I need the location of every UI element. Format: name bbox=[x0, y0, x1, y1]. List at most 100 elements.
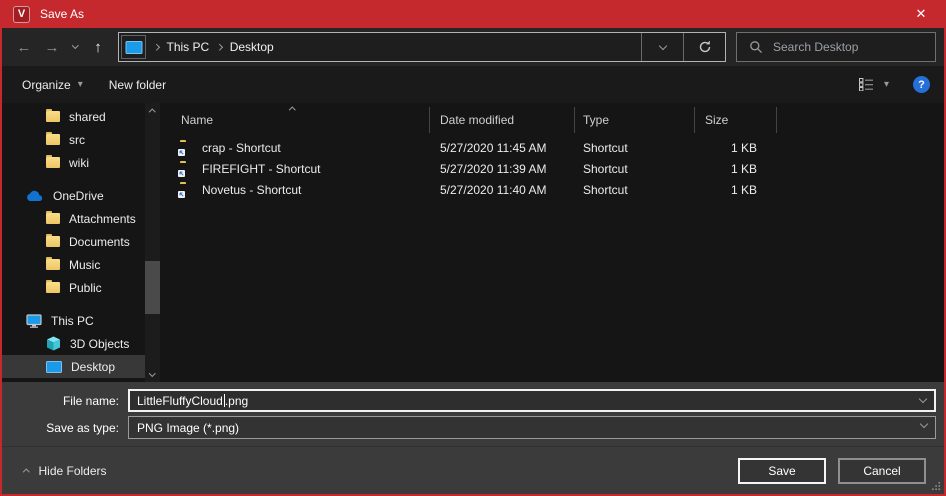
chevron-up-icon bbox=[23, 469, 29, 475]
chevron-down-icon bbox=[149, 370, 155, 376]
file-name-label: File name: bbox=[10, 394, 128, 408]
file-size: 1 KB bbox=[695, 141, 777, 155]
file-name: crap - Shortcut bbox=[202, 141, 281, 155]
sidebar-item-label: shared bbox=[69, 110, 106, 124]
save-button[interactable]: Save bbox=[738, 458, 826, 484]
forward-arrow-icon: → bbox=[45, 39, 60, 56]
sidebar-item-this-pc[interactable]: This PC bbox=[2, 309, 145, 332]
folder-shortcut-icon bbox=[180, 142, 195, 154]
column-header-type[interactable]: Type bbox=[575, 107, 695, 133]
recent-locations-button[interactable] bbox=[66, 33, 84, 61]
app-logo-icon: V bbox=[13, 6, 30, 23]
sidebar-item-documents[interactable]: Documents bbox=[2, 230, 145, 253]
scroll-down-button[interactable] bbox=[145, 367, 160, 382]
scrollbar-thumb[interactable] bbox=[145, 261, 160, 314]
file-date: 5/27/2020 11:39 AM bbox=[430, 162, 575, 176]
sidebar-item-label: Public bbox=[69, 281, 102, 295]
file-row-crap-shortcut[interactable]: crap - Shortcut 5/27/2020 11:45 AM Short… bbox=[160, 137, 944, 158]
file-row-novetus-shortcut[interactable]: Novetus - Shortcut 5/27/2020 11:40 AM Sh… bbox=[160, 179, 944, 200]
file-name: FIREFIGHT - Shortcut bbox=[202, 162, 320, 176]
sidebar-item-desktop[interactable]: Desktop bbox=[2, 355, 145, 378]
sidebar-item-label: Attachments bbox=[69, 212, 136, 226]
sidebar-item-label: This PC bbox=[51, 314, 94, 328]
organize-button[interactable]: Organize ▾ bbox=[22, 78, 83, 92]
shortcut-arrow-icon bbox=[178, 149, 185, 156]
file-rows: crap - Shortcut 5/27/2020 11:45 AM Short… bbox=[160, 133, 944, 200]
column-header-date-modified[interactable]: Date modified bbox=[430, 107, 575, 133]
breadcrumb-separator-icon bbox=[153, 44, 159, 50]
change-view-button[interactable] bbox=[859, 78, 874, 91]
dropdown-triangle-icon: ▾ bbox=[884, 79, 889, 90]
sidebar-item-music[interactable]: Music bbox=[2, 253, 145, 276]
file-name-text: LittleFluffyCloud bbox=[137, 394, 223, 408]
column-headers: Name Date modified Type Size bbox=[160, 103, 944, 133]
chevron-down-icon bbox=[72, 42, 78, 48]
sidebar-item-label: src bbox=[69, 133, 85, 147]
save-as-type-select[interactable]: PNG Image (*.png) bbox=[128, 416, 936, 439]
up-button[interactable]: ↑ bbox=[84, 33, 112, 61]
chevron-down-icon bbox=[920, 420, 928, 428]
location-icon-button[interactable] bbox=[121, 35, 146, 59]
view-options-dropdown[interactable]: ▾ bbox=[884, 79, 889, 90]
hide-folders-button[interactable]: Hide Folders bbox=[18, 464, 107, 478]
sidebar-item-3d-objects[interactable]: 3D Objects bbox=[2, 332, 145, 355]
sidebar-item-shared[interactable]: shared bbox=[2, 105, 145, 128]
forward-button[interactable]: → bbox=[38, 33, 66, 61]
navigation-bar: ← → ↑ This PC Desktop bbox=[2, 28, 944, 66]
organize-label: Organize bbox=[22, 78, 71, 92]
new-folder-button[interactable]: New folder bbox=[109, 78, 166, 92]
file-name-input[interactable]: LittleFluffyCloud.png bbox=[128, 389, 936, 412]
sidebar-item-src[interactable]: src bbox=[2, 128, 145, 151]
sidebar-scrollbar[interactable] bbox=[145, 103, 160, 382]
breadcrumb-this-pc[interactable]: This PC bbox=[167, 40, 210, 54]
folder-icon bbox=[46, 259, 60, 270]
onedrive-cloud-icon bbox=[26, 190, 44, 202]
column-header-size[interactable]: Size bbox=[695, 107, 777, 133]
previous-locations-button[interactable] bbox=[641, 33, 683, 61]
folder-icon bbox=[46, 236, 60, 247]
back-button[interactable]: ← bbox=[10, 33, 38, 61]
column-header-name[interactable]: Name bbox=[160, 107, 430, 133]
file-date: 5/27/2020 11:45 AM bbox=[430, 141, 575, 155]
file-size: 1 KB bbox=[695, 183, 777, 197]
sidebar-item-label: Desktop bbox=[71, 360, 115, 374]
folder-icon bbox=[46, 111, 60, 122]
chevron-down-icon[interactable] bbox=[919, 395, 927, 403]
3d-cube-icon bbox=[46, 336, 61, 351]
file-row-firefight-shortcut[interactable]: FIREFIGHT - Shortcut 5/27/2020 11:39 AM … bbox=[160, 158, 944, 179]
search-icon bbox=[749, 40, 763, 54]
save-as-dialog: V Save As ✕ ← → ↑ This PC Desk bbox=[0, 0, 946, 496]
sidebar-item-public[interactable]: Public bbox=[2, 276, 145, 299]
desktop-screen-icon bbox=[46, 361, 62, 373]
scroll-up-button[interactable] bbox=[145, 103, 160, 118]
cancel-button[interactable]: Cancel bbox=[838, 458, 926, 484]
address-bar[interactable]: This PC Desktop bbox=[118, 32, 726, 62]
file-type: Shortcut bbox=[575, 141, 695, 155]
close-button[interactable]: ✕ bbox=[898, 0, 944, 28]
window-title: Save As bbox=[40, 7, 84, 21]
breadcrumb-desktop[interactable]: Desktop bbox=[230, 40, 274, 54]
sidebar-item-onedrive[interactable]: OneDrive bbox=[2, 184, 145, 207]
search-placeholder: Search Desktop bbox=[773, 40, 858, 54]
save-as-type-value: PNG Image (*.png) bbox=[137, 421, 239, 435]
sidebar-item-label: wiki bbox=[69, 156, 89, 170]
file-type: Shortcut bbox=[575, 183, 695, 197]
shortcut-arrow-icon bbox=[178, 170, 185, 177]
breadcrumb-separator-icon bbox=[216, 44, 222, 50]
shortcut-arrow-icon bbox=[178, 191, 185, 198]
file-list: Name Date modified Type Size bbox=[160, 103, 944, 382]
titlebar: V Save As ✕ bbox=[2, 0, 944, 28]
file-name: Novetus - Shortcut bbox=[202, 183, 301, 197]
help-button[interactable]: ? bbox=[913, 76, 930, 93]
hide-folders-label: Hide Folders bbox=[39, 464, 107, 478]
folder-shortcut-icon bbox=[180, 163, 195, 175]
sidebar-item-attachments[interactable]: Attachments bbox=[2, 207, 145, 230]
resize-grip[interactable] bbox=[931, 481, 941, 491]
folder-icon bbox=[46, 134, 60, 145]
folder-shortcut-icon bbox=[180, 184, 195, 196]
search-input[interactable]: Search Desktop bbox=[736, 32, 936, 62]
sidebar-item-label: Documents bbox=[69, 235, 130, 249]
up-arrow-icon: ↑ bbox=[94, 39, 102, 56]
refresh-button[interactable] bbox=[683, 33, 725, 61]
sidebar-item-wiki[interactable]: wiki bbox=[2, 151, 145, 174]
